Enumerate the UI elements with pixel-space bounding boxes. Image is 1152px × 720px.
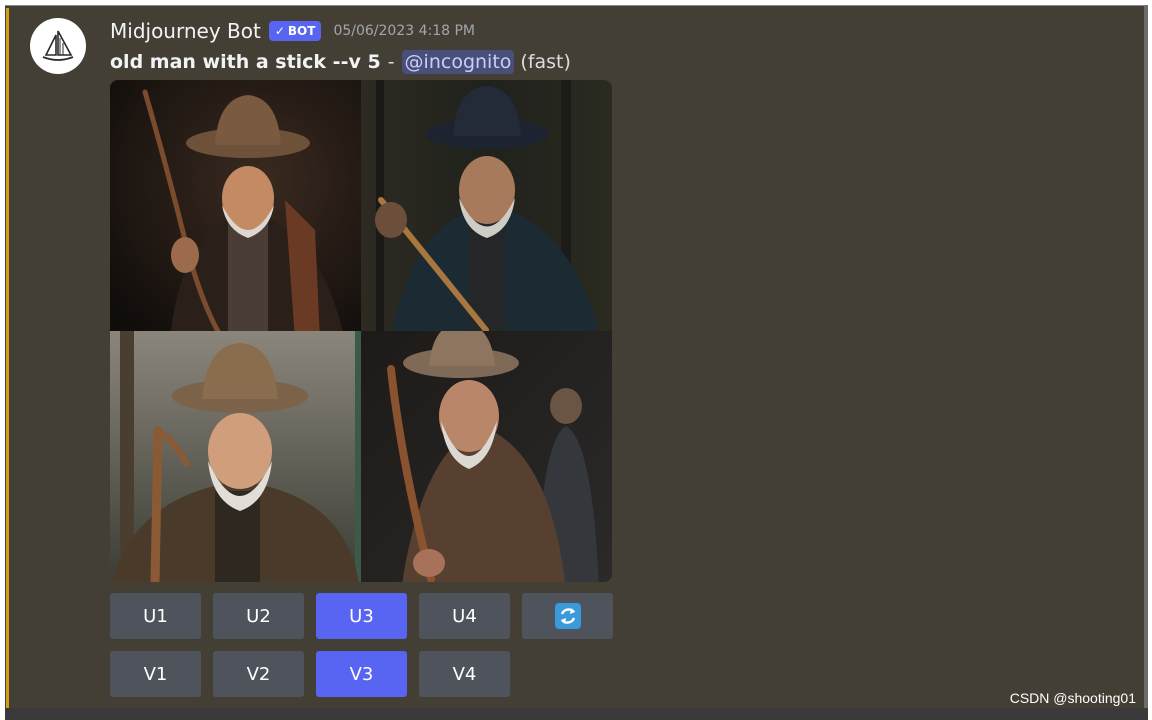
message-content: old man with a stick --v 5 - @incognito … <box>110 48 571 76</box>
variation-button-4[interactable]: V4 <box>419 651 510 697</box>
grid-image-4[interactable] <box>361 331 612 582</box>
sailboat-logo-icon <box>42 30 74 61</box>
avatar[interactable] <box>30 18 86 74</box>
upscale-button-3[interactable]: U3 <box>316 593 407 639</box>
user-mention[interactable]: @incognito <box>401 50 515 74</box>
mention-highlight-bar <box>6 8 9 710</box>
upscale-button-row: U1 U2 U3 U4 <box>110 593 613 639</box>
variation-button-3[interactable]: V3 <box>316 651 407 697</box>
check-icon: ✓ <box>274 24 285 38</box>
prompt-text: old man with a stick --v 5 <box>110 51 381 73</box>
bot-badge-label: BOT <box>287 24 316 38</box>
upscale-button-2[interactable]: U2 <box>213 593 304 639</box>
speed-label: (fast) <box>520 51 571 73</box>
grid-image-3[interactable] <box>110 331 361 582</box>
bottom-strip <box>5 708 1148 720</box>
upscale-button-4[interactable]: U4 <box>419 593 510 639</box>
upscale-button-1[interactable]: U1 <box>110 593 201 639</box>
variation-button-2[interactable]: V2 <box>213 651 304 697</box>
grid-image-2[interactable] <box>361 80 612 331</box>
image-grid[interactable] <box>110 80 612 582</box>
reroll-button[interactable] <box>522 593 613 639</box>
message-header: Midjourney Bot ✓ BOT 05/06/2023 4:18 PM <box>110 18 475 44</box>
variation-button-row: V1 V2 V3 V4 <box>110 651 510 697</box>
author-name[interactable]: Midjourney Bot <box>110 19 261 43</box>
bot-badge: ✓ BOT <box>268 21 322 41</box>
grid-image-1[interactable] <box>110 80 361 331</box>
timestamp: 05/06/2023 4:18 PM <box>333 23 475 39</box>
watermark: CSDN @shooting01 <box>1009 690 1136 706</box>
separator: - <box>387 51 395 73</box>
variation-button-1[interactable]: V1 <box>110 651 201 697</box>
screenshot-frame: Midjourney Bot ✓ BOT 05/06/2023 4:18 PM … <box>0 0 1152 720</box>
refresh-icon <box>554 603 581 629</box>
